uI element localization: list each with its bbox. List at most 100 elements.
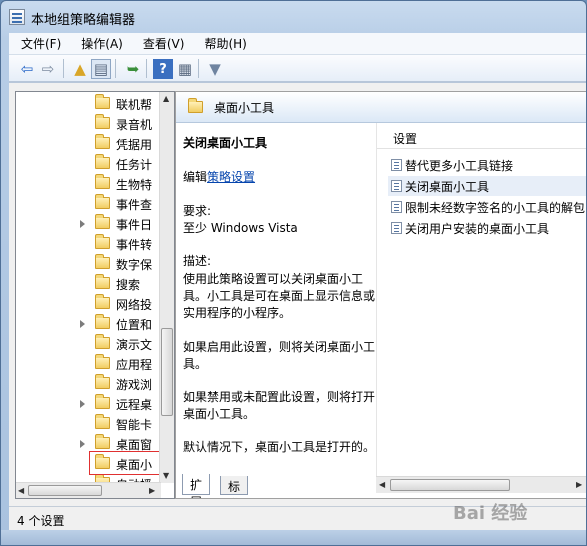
filter-icon[interactable]: ▼	[205, 59, 225, 79]
details-header-title: 桌面小工具	[214, 101, 275, 115]
description-paragraph-2: 如果启用此设置，则将关闭桌面小工具。	[183, 340, 376, 371]
folder-icon	[188, 98, 203, 113]
title-bar[interactable]: 本地组策略编辑器	[1, 1, 586, 33]
menu-help[interactable]: 帮助(H)	[192, 34, 254, 54]
tree-item-label: 生物特	[116, 178, 153, 192]
folder-icon	[95, 234, 110, 249]
navigation-tree: 联机帮录音机凭据用 任务计生物特事件查事件日 事件转数字保搜索 网络投位置和演示文应用…	[15, 91, 175, 499]
toolbar: ⇦ ⇨ ▲ ▤ ➥? ▦ ▼	[9, 55, 586, 82]
details-header: 桌面小工具	[176, 92, 586, 123]
folder-icon	[95, 294, 110, 309]
edit-prefix: 编辑	[183, 170, 208, 184]
description-paragraph-3: 如果禁用或未配置此设置，则将打开桌面小工具。	[183, 390, 376, 421]
tab-standard[interactable]: 标准	[220, 476, 249, 498]
menu-action[interactable]: 操作(A)	[69, 34, 131, 54]
tree-horizontal-scroll-thumb[interactable]	[28, 485, 102, 496]
tree-item[interactable]: 应用程	[16, 354, 162, 374]
tree-item[interactable]: 游戏浏	[16, 374, 162, 394]
tree-item[interactable]: 事件查	[16, 194, 162, 214]
show-hide-tree-icon[interactable]: ▤	[91, 59, 111, 79]
list-horizontal-scrollbar[interactable]: ◀ ▶	[376, 476, 586, 493]
policy-setting-row[interactable]: 关闭用户安装的桌面小工具	[388, 218, 586, 238]
menu-bar: 文件(F) 操作(A) 查看(V) 帮助(H)	[9, 33, 586, 55]
tree-item[interactable]: 远程桌	[16, 394, 162, 414]
policy-setting-label: 限制未经数字签名的小工具的解包	[405, 201, 586, 215]
edit-policy-line: 编辑策略设置	[183, 169, 378, 186]
forward-arrow-icon[interactable]: ⇨	[38, 59, 58, 79]
tree-item[interactable]: 联机帮	[16, 94, 162, 114]
folder-icon	[95, 174, 110, 189]
policy-setting-icon	[391, 159, 402, 171]
folder-icon	[95, 154, 110, 169]
up-folder-icon[interactable]: ▲	[70, 59, 90, 79]
scroll-left-icon[interactable]: ◀	[379, 480, 385, 489]
toolbar-separator	[63, 59, 64, 78]
expand-arrow-icon[interactable]	[80, 220, 85, 228]
tree-item[interactable]: 任务计	[16, 154, 162, 174]
description-label: 描述:	[183, 254, 212, 268]
tree-vertical-scroll-thumb[interactable]	[161, 328, 173, 416]
settings-column-header[interactable]: 设置	[377, 123, 586, 149]
tab-extended[interactable]: 扩展	[182, 474, 211, 498]
tree-item-label: 远程桌	[116, 398, 153, 412]
export-list-icon[interactable]: ➥	[123, 59, 143, 79]
tree-item[interactable]: 事件日	[16, 214, 162, 234]
tree-item-label: 应用程	[116, 358, 153, 372]
tree-vertical-scrollbar[interactable]: ▲ ▼	[159, 92, 174, 483]
tree-item-label: 录音机	[116, 118, 153, 132]
expand-arrow-icon[interactable]	[80, 440, 85, 448]
properties-icon[interactable]: ▦	[175, 59, 195, 79]
policy-setting-icon	[391, 180, 402, 192]
folder-icon	[95, 214, 110, 229]
app-window: 本地组策略编辑器 文件(F) 操作(A) 查看(V) 帮助(H) ⇦ ⇨ ▲ ▤ ➥? ▦…	[0, 0, 587, 546]
tree-horizontal-scrollbar[interactable]: ◀ ▶	[16, 482, 161, 498]
tree-item[interactable]: 演示文	[16, 334, 162, 354]
folder-icon	[95, 354, 110, 369]
tree-item-label: 游戏浏	[116, 378, 153, 392]
tree-item[interactable]: 事件转	[16, 234, 162, 254]
scroll-right-icon[interactable]: ▶	[576, 480, 582, 489]
list-horizontal-scroll-thumb[interactable]	[390, 479, 510, 491]
scroll-up-icon[interactable]: ▲	[163, 94, 169, 103]
tree-item[interactable]: 搜索	[16, 274, 162, 294]
policy-setting-row[interactable]: 替代更多小工具链接	[388, 155, 586, 175]
scroll-down-icon[interactable]: ▼	[163, 471, 169, 480]
policy-settings-link[interactable]: 策略设置	[207, 170, 255, 184]
tree-item[interactable]: 智能卡	[16, 414, 162, 434]
tree-item-label: 位置和	[116, 318, 153, 332]
policy-setting-row[interactable]: 限制未经数字签名的小工具的解包	[388, 197, 586, 217]
folder-icon	[95, 394, 110, 409]
expand-arrow-icon[interactable]	[80, 400, 85, 408]
policy-setting-icon	[391, 201, 402, 213]
menu-file[interactable]: 文件(F)	[9, 34, 69, 54]
expand-arrow-icon[interactable]	[80, 320, 85, 328]
help-icon[interactable]: ?	[153, 59, 173, 79]
tree-item[interactable]: 生物特	[16, 174, 162, 194]
selection-highlight-box	[89, 451, 164, 475]
description-pane: 关闭桌面小工具 编辑策略设置 要求: 至少 Windows Vista 描述: …	[176, 123, 378, 467]
requirements-label: 要求:	[183, 204, 212, 218]
folder-icon	[95, 314, 110, 329]
tree-item[interactable]: 数字保	[16, 254, 162, 274]
window-bottom-edge	[1, 530, 586, 545]
tree-item[interactable]: 位置和	[16, 314, 162, 334]
policy-setting-label: 关闭桌面小工具	[405, 180, 490, 194]
tree-item-label: 演示文	[116, 338, 153, 352]
policy-setting-icon	[391, 222, 402, 234]
tree-item-label: 数字保	[116, 258, 153, 272]
folder-icon	[95, 334, 110, 349]
policy-title: 关闭桌面小工具	[183, 136, 268, 150]
tree-item[interactable]: 录音机	[16, 114, 162, 134]
back-arrow-icon[interactable]: ⇦	[17, 59, 37, 79]
folder-icon	[95, 134, 110, 149]
main-area: 联机帮录音机凭据用 任务计生物特事件查事件日 事件转数字保搜索 网络投位置和演示文应用…	[9, 82, 586, 506]
tree-item[interactable]: 凭据用	[16, 134, 162, 154]
policy-setting-row[interactable]: 关闭桌面小工具	[388, 176, 586, 196]
menu-view[interactable]: 查看(V)	[131, 34, 193, 54]
tree-item[interactable]: 网络投	[16, 294, 162, 314]
tree-item-label: 智能卡	[116, 418, 153, 432]
folder-icon	[95, 254, 110, 269]
scroll-left-icon[interactable]: ◀	[18, 486, 24, 495]
scroll-right-icon[interactable]: ▶	[149, 486, 155, 495]
tree-item-label: 事件查	[116, 198, 153, 212]
